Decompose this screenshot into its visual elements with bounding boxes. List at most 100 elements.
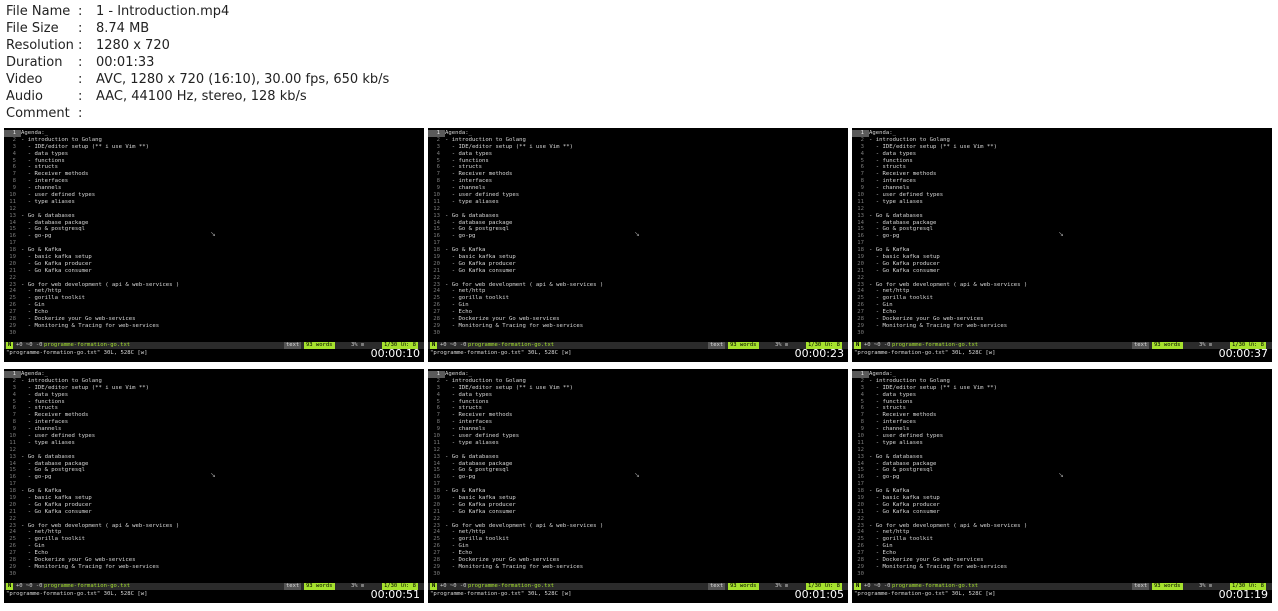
video-thumbnail[interactable]: 1 Agenda:_ 2- introduction to Golang 3 - ID… [4, 369, 424, 603]
line-number: 20 [433, 260, 440, 267]
line-number: 5 [860, 398, 864, 405]
thumbnail-timestamp: 00:00:51 [370, 588, 420, 601]
vim-line: 27 - Echo [428, 550, 848, 557]
vim-line: 7 - Receiver methods [428, 171, 848, 178]
line-text: - type aliases [445, 198, 499, 205]
line-number: 9 [436, 426, 440, 433]
line-number: 16 [9, 233, 16, 240]
vim-line: 3 - IDE/editor setup (** i use Vim **) [852, 385, 1272, 392]
line-text: - introduction to Golang [869, 377, 950, 384]
line-text: - interfaces [869, 419, 917, 426]
line-number: 23 [9, 522, 16, 529]
vim-line: 1 Agenda:_ [852, 130, 1272, 137]
line-text: - go-pg [869, 233, 900, 240]
line-text: - channels [445, 426, 486, 433]
vim-line: 4 - data types [4, 392, 424, 399]
mouse-cursor-icon: ↘ [634, 230, 640, 238]
line-number: 29 [857, 563, 864, 570]
metadata-value: 00:01:33 [96, 55, 155, 70]
line-text: - gorilla toolkit [445, 295, 509, 302]
line-text: - Dockerize your Go web-services [445, 557, 560, 564]
video-thumbnail[interactable]: 1 Agenda:_ 2- introduction to Golang 3 - ID… [852, 369, 1272, 603]
vim-line: 25 - gorilla toolkit [4, 536, 424, 543]
line-number: 12 [433, 446, 440, 453]
line-number: 13 [9, 453, 16, 460]
line-text: - Go Kafka producer [21, 501, 92, 508]
line-text: - Go Kafka consumer [445, 267, 516, 274]
vim-line: 28 - Dockerize your Go web-services [4, 557, 424, 564]
line-number: 9 [12, 185, 16, 192]
vim-statusline: N +0 ~0 -0 programme-formation-go.txt text 9… [4, 342, 424, 349]
status-filetype: text [1132, 342, 1150, 349]
line-text: - interfaces [21, 419, 69, 426]
vim-line: 3 - IDE/editor setup (** i use Vim **) [428, 144, 848, 151]
line-text: - go-pg [445, 474, 476, 481]
line-number: 28 [9, 316, 16, 323]
metadata-row: File Name:1 - Introduction.mp4 [6, 3, 389, 20]
vim-line: 10 - user defined types [428, 433, 848, 440]
video-thumbnail[interactable]: 1 Agenda:_ 2- introduction to Golang 3 - ID… [4, 128, 424, 362]
vim-line: 30 [428, 330, 848, 337]
line-text: - Receiver methods [21, 171, 89, 178]
line-text: - Gin [869, 302, 893, 309]
git-status: +0 ~0 -0 [440, 583, 467, 589]
vim-line: 4 - data types [428, 392, 848, 399]
line-number: 21 [9, 508, 16, 515]
line-number: 16 [433, 474, 440, 481]
git-status: +0 ~0 -0 [864, 583, 891, 589]
line-number: 15 [9, 467, 16, 474]
line-number: 11 [857, 198, 864, 205]
status-word-count: 93 words [1152, 342, 1183, 349]
vim-statusline: N +0 ~0 -0 programme-formation-go.txt text 9… [852, 583, 1272, 590]
vim-line: 3 - IDE/editor setup (** i use Vim **) [4, 144, 424, 151]
line-number: 23 [857, 522, 864, 529]
vim-line: 8 - interfaces [428, 419, 848, 426]
vim-line: 28 - Dockerize your Go web-services [852, 316, 1272, 323]
line-text: - interfaces [445, 178, 493, 185]
video-thumbnail[interactable]: 1 Agenda:_ 2- introduction to Golang 3 - ID… [852, 128, 1272, 362]
line-text: - functions [21, 398, 65, 405]
line-text: - Go for web development ( api & web-ser… [869, 281, 1028, 288]
status-percent: 3% ≡ [775, 583, 789, 589]
vim-line: 6 - structs [4, 164, 424, 171]
line-text: - type aliases [869, 198, 923, 205]
line-number: 8 [436, 419, 440, 426]
line-number: 27 [857, 309, 864, 316]
line-text: - Monitoring & Tracing for web-services [445, 322, 584, 329]
vim-line: 26 - Gin [4, 302, 424, 309]
metadata-colon: : [78, 72, 83, 87]
vim-line: 28 - Dockerize your Go web-services [4, 316, 424, 323]
line-number: 11 [857, 439, 864, 446]
vim-line: 17 [428, 481, 848, 488]
vim-line: 17 [852, 240, 1272, 247]
line-text: - introduction to Golang [869, 136, 950, 143]
status-filename: programme-formation-go.txt [468, 583, 555, 589]
vim-line: 13 - Go & databases [4, 454, 424, 461]
line-number: 24 [857, 529, 864, 536]
line-number: 7 [436, 412, 440, 419]
vim-line: 24 - net/http [4, 288, 424, 295]
line-number: 7 [860, 171, 864, 178]
line-number: 15 [9, 226, 16, 233]
vim-line: 5 - functions [428, 399, 848, 406]
metadata-row: Duration:00:01:33 [6, 54, 389, 71]
line-number: 10 [857, 192, 864, 199]
vim-line: 13 - Go & databases [852, 454, 1272, 461]
line-text: - Receiver methods [869, 412, 937, 419]
vim-line: 18 - Go & Kafka [428, 247, 848, 254]
vim-line: 13 - Go & databases [852, 213, 1272, 220]
line-text: - net/http [21, 529, 62, 536]
line-number: 6 [12, 164, 16, 171]
line-text: - Echo [445, 309, 472, 316]
video-thumbnail[interactable]: 1 Agenda:_ 2- introduction to Golang 3 - ID… [428, 128, 848, 362]
line-number: 19 [857, 495, 864, 502]
line-text: - Dockerize your Go web-services [869, 557, 984, 564]
vim-line: 21 - Go Kafka consumer [4, 268, 424, 275]
line-number: 14 [433, 460, 440, 467]
line-number: 3 [436, 384, 440, 391]
vim-line: 14 - database package [428, 220, 848, 227]
line-number: 25 [433, 295, 440, 302]
line-text: - Monitoring & Tracing for web-services [21, 322, 160, 329]
vim-line: 4 - data types [4, 151, 424, 158]
video-thumbnail[interactable]: 1 Agenda:_ 2- introduction to Golang 3 - ID… [428, 369, 848, 603]
